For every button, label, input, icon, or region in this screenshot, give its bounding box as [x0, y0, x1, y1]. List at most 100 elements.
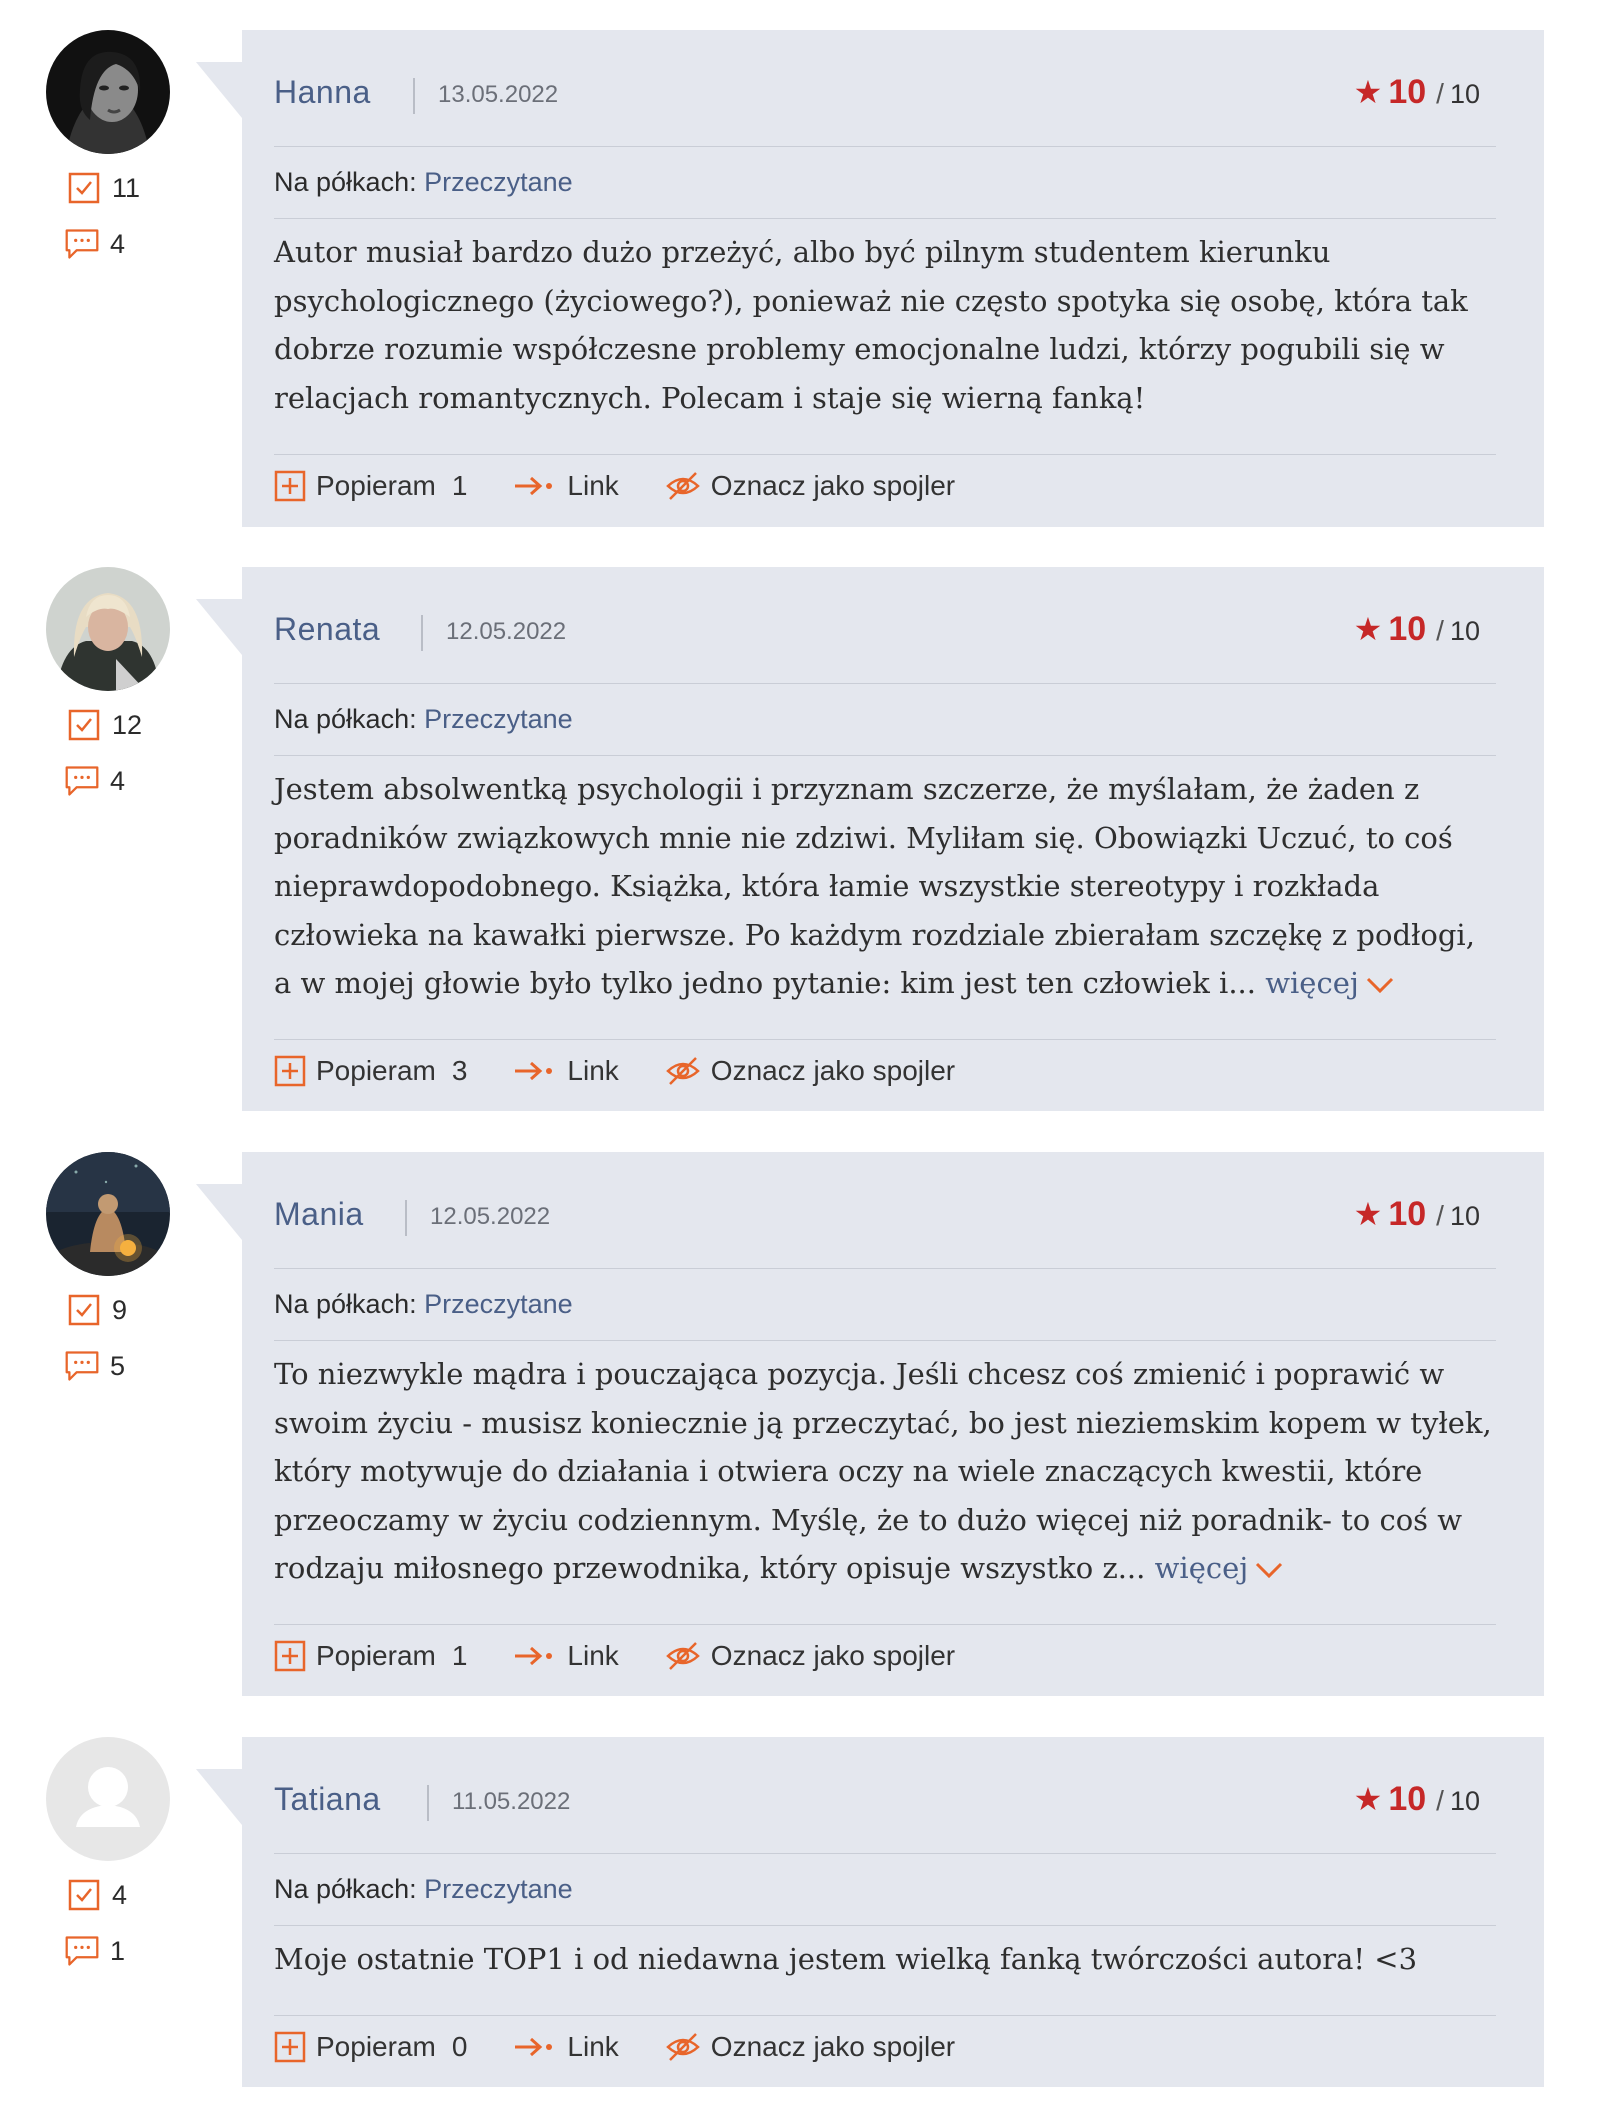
read-count: 11: [66, 170, 140, 206]
shelves: Na półkach: Przeczytane: [274, 1268, 1496, 1341]
link-button[interactable]: Link: [513, 1640, 619, 1672]
eye-off-icon: [665, 1057, 700, 1085]
comment-icon: [65, 1351, 99, 1381]
shelf-link[interactable]: Przeczytane: [424, 704, 573, 734]
more-link[interactable]: więcej: [1265, 966, 1395, 1000]
link-button[interactable]: Link: [513, 2031, 619, 2063]
support-button[interactable]: Popieram 1: [274, 1640, 467, 1672]
review-item: 11 4 Hanna 13.05.2022 ★ 10 / 10 Na półka…: [0, 30, 1608, 527]
review-card: Mania 12.05.2022 ★ 10 / 10 Na półkach: P…: [242, 1152, 1544, 1696]
comment-icon: [65, 766, 99, 796]
eye-off-icon: [665, 2033, 700, 2061]
read-count: 12: [66, 707, 142, 743]
support-count: 1: [451, 1640, 468, 1671]
review-actions: Popieram 0 Link Oznacz jako spojler: [274, 2019, 1001, 2075]
divider: [405, 1200, 407, 1236]
review-date: 13.05.2022: [438, 81, 559, 108]
plus-square-icon: [274, 1055, 306, 1087]
eye-off-icon: [665, 472, 700, 500]
star-icon: ★: [1353, 1196, 1383, 1232]
reviewer-sidebar: 4 1: [46, 1737, 170, 1966]
comment-count[interactable]: 4: [64, 226, 125, 262]
plus-square-icon: [274, 1640, 306, 1672]
comment-count[interactable]: 1: [64, 1933, 125, 1969]
review-item: 12 4 Renata 12.05.2022 ★ 10 / 10 Na półk…: [0, 567, 1608, 1111]
read-count: 4: [66, 1877, 127, 1913]
review-header: Mania 12.05.2022 ★ 10 / 10: [274, 1152, 1496, 1269]
spoiler-button[interactable]: Oznacz jako spojler: [665, 2031, 955, 2063]
divider: [427, 1785, 429, 1821]
star-icon: ★: [1353, 74, 1383, 110]
avatar[interactable]: [46, 567, 170, 691]
review-date: 12.05.2022: [430, 1203, 551, 1230]
checkbox-icon: [68, 709, 100, 741]
review-text: Moje ostatnie TOP1 i od niedawna jestem …: [274, 1935, 1496, 2016]
support-count: 3: [451, 1055, 468, 1086]
reviewer-name[interactable]: Mania: [274, 1196, 364, 1232]
comment-count[interactable]: 5: [64, 1348, 125, 1384]
card-pointer: [196, 1184, 242, 1240]
review-header: Tatiana 11.05.2022 ★ 10 / 10: [274, 1737, 1496, 1854]
arrow-right-icon: [515, 476, 553, 496]
rating: ★ 10 / 10: [1353, 1780, 1480, 1818]
review-header: Hanna 13.05.2022 ★ 10 / 10: [274, 30, 1496, 147]
review-card: Renata 12.05.2022 ★ 10 / 10 Na półkach: …: [242, 567, 1544, 1111]
shelf-link[interactable]: Przeczytane: [424, 1874, 573, 1904]
review-date: 12.05.2022: [446, 618, 567, 645]
chevron-down-icon: [1256, 1562, 1283, 1579]
support-count: 0: [451, 2031, 468, 2062]
card-pointer: [196, 62, 242, 118]
checkbox-icon: [68, 172, 100, 204]
spoiler-button[interactable]: Oznacz jako spojler: [665, 1055, 955, 1087]
divider: [413, 78, 415, 114]
card-pointer: [196, 599, 242, 655]
review-actions: Popieram 3 Link Oznacz jako spojler: [274, 1043, 1001, 1099]
review-date: 11.05.2022: [452, 1788, 571, 1815]
support-count: 1: [451, 470, 468, 501]
review-item: 4 1 Tatiana 11.05.2022 ★ 10 / 10 Na półk…: [0, 1737, 1608, 2087]
reviewer-name[interactable]: Renata: [274, 611, 380, 647]
reviewer-sidebar: 11 4: [46, 30, 170, 259]
chevron-down-icon: [1366, 977, 1393, 994]
shelves: Na półkach: Przeczytane: [274, 146, 1496, 219]
reviewer-sidebar: 12 4: [46, 567, 170, 796]
review-text: Jestem absolwentką psychologii i przyzna…: [274, 765, 1496, 1040]
reviewer-name[interactable]: Hanna: [274, 74, 371, 110]
more-link[interactable]: więcej: [1155, 1551, 1285, 1585]
support-button[interactable]: Popieram 1: [274, 470, 467, 502]
rating: ★ 10 / 10: [1353, 73, 1480, 111]
rating: ★ 10 / 10: [1353, 1195, 1480, 1233]
support-button[interactable]: Popieram 0: [274, 2031, 467, 2063]
review-header: Renata 12.05.2022 ★ 10 / 10: [274, 567, 1496, 684]
comment-icon: [65, 229, 99, 259]
review-text: To niezwykle mądra i pouczająca pozycja.…: [274, 1350, 1496, 1625]
eye-off-icon: [665, 1642, 700, 1670]
arrow-right-icon: [515, 2037, 553, 2057]
plus-square-icon: [274, 2031, 306, 2063]
avatar[interactable]: [46, 1737, 170, 1861]
shelf-link[interactable]: Przeczytane: [424, 167, 573, 197]
support-button[interactable]: Popieram 3: [274, 1055, 467, 1087]
spoiler-button[interactable]: Oznacz jako spojler: [665, 470, 955, 502]
shelves: Na półkach: Przeczytane: [274, 1853, 1496, 1926]
reviewer-name[interactable]: Tatiana: [274, 1781, 381, 1817]
avatar[interactable]: [46, 30, 170, 154]
read-count: 9: [66, 1292, 127, 1328]
card-pointer: [196, 1769, 242, 1825]
review-card: Hanna 13.05.2022 ★ 10 / 10 Na półkach: P…: [242, 30, 1544, 527]
arrow-right-icon: [515, 1646, 553, 1666]
review-card: Tatiana 11.05.2022 ★ 10 / 10 Na półkach:…: [242, 1737, 1544, 2087]
star-icon: ★: [1353, 1781, 1383, 1817]
plus-square-icon: [274, 470, 306, 502]
link-button[interactable]: Link: [513, 470, 619, 502]
link-button[interactable]: Link: [513, 1055, 619, 1087]
shelves: Na półkach: Przeczytane: [274, 683, 1496, 756]
shelf-link[interactable]: Przeczytane: [424, 1289, 573, 1319]
spoiler-button[interactable]: Oznacz jako spojler: [665, 1640, 955, 1672]
avatar[interactable]: [46, 1152, 170, 1276]
comment-count[interactable]: 4: [64, 763, 125, 799]
review-text: Autor musiał bardzo dużo przeżyć, albo b…: [274, 228, 1496, 455]
comment-icon: [65, 1936, 99, 1966]
review-actions: Popieram 1 Link Oznacz jako spojler: [274, 458, 1001, 514]
checkbox-icon: [68, 1879, 100, 1911]
